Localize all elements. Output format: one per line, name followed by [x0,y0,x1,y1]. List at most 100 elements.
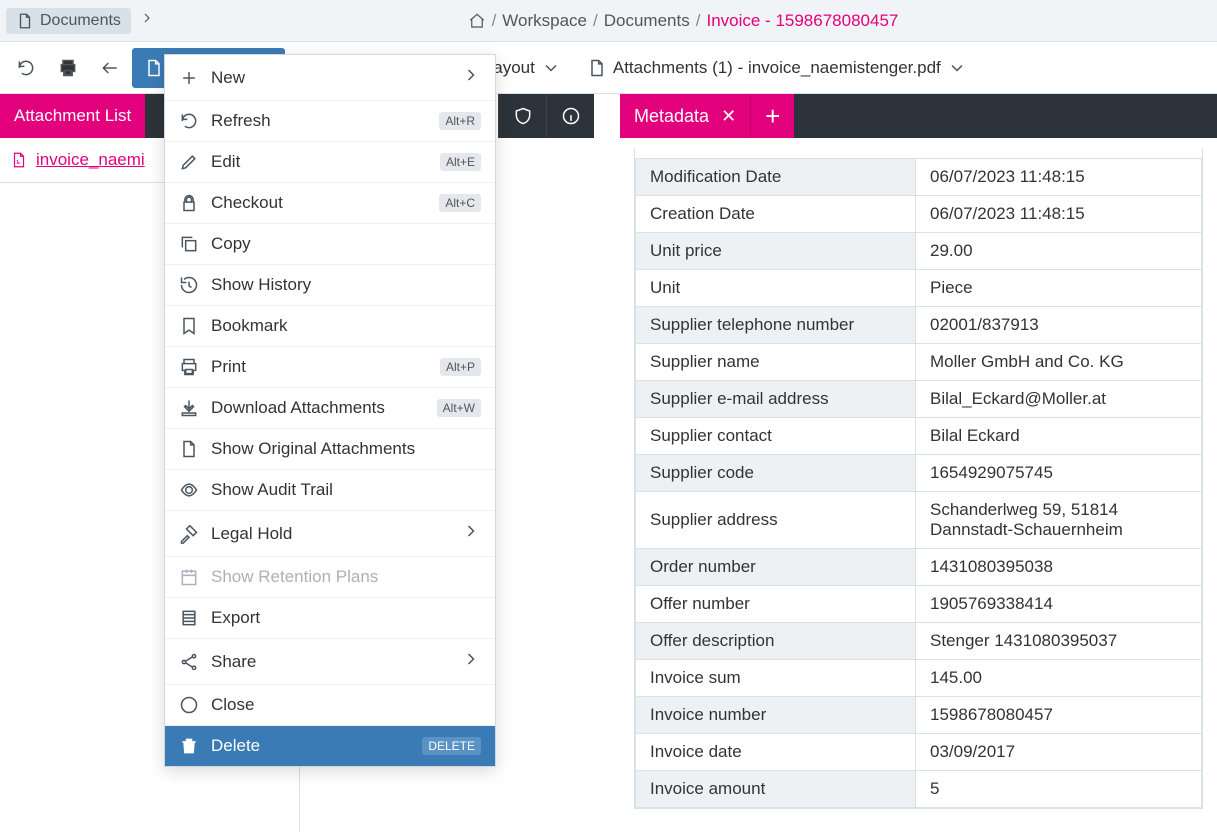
breadcrumb-current: Invoice - 1598678080457 [706,11,898,31]
menu-close[interactable]: Close [165,685,495,726]
menu-refresh[interactable]: Refresh Alt+R [165,101,495,142]
metadata-key: Invoice number [636,697,916,734]
chevron-right-icon [139,10,155,31]
chevron-right-icon [461,521,481,546]
chevron-right-icon [461,65,481,90]
table-row: Supplier nameMoller GmbH and Co. KG [636,344,1202,381]
table-row: Supplier code1654929075745 [636,455,1202,492]
menu-show-audit-trail[interactable]: Show Audit Trail [165,470,495,511]
table-row: Unit price29.00 [636,233,1202,270]
refresh-button[interactable] [6,48,46,88]
breadcrumb: / Workspace / Documents / Invoice - 1598… [155,11,1211,31]
shortcut-badge: Alt+R [439,112,481,130]
documents-dropdown[interactable]: Documents [6,8,131,34]
breadcrumb-workspace[interactable]: Workspace [502,11,587,31]
metadata-value: 5 [916,771,1202,808]
metadata-table-wrap: Modification Date06/07/2023 11:48:15Crea… [634,148,1203,809]
metadata-key: Offer description [636,623,916,660]
metadata-key: Offer number [636,586,916,623]
menu-export[interactable]: Export [165,598,495,639]
home-icon[interactable] [468,12,486,30]
info-icon[interactable] [546,94,594,138]
metadata-value: Moller GmbH and Co. KG [916,344,1202,381]
attachment-link[interactable]: invoice_naemi [36,150,145,170]
metadata-key: Modification Date [636,159,916,196]
table-row: Invoice sum145.00 [636,660,1202,697]
breadcrumb-documents[interactable]: Documents [604,11,690,31]
shortcut-badge: Alt+C [439,194,481,212]
table-row: Supplier addressSchanderlweg 59, 51814 D… [636,492,1202,549]
metadata-value: 06/07/2023 11:48:15 [916,196,1202,233]
metadata-value: 1654929075745 [916,455,1202,492]
menu-edit[interactable]: Edit Alt+E [165,142,495,183]
close-icon[interactable]: ✕ [721,106,736,127]
metadata-value: Bilal Eckard [916,418,1202,455]
attachment-panel: Attachment List invoice_naemi New Refres… [0,94,300,832]
menu-download-attachments[interactable]: Download Attachments Alt+W [165,388,495,429]
metadata-key: Invoice date [636,734,916,771]
attachments-menu-button[interactable]: Attachments (1) - invoice_naemistenger.p… [575,48,979,88]
metadata-table: Modification Date06/07/2023 11:48:15Crea… [635,158,1202,808]
main: Attachment List invoice_naemi New Refres… [0,94,1217,832]
table-row: Invoice amount5 [636,771,1202,808]
metadata-value: Stenger 1431080395037 [916,623,1202,660]
metadata-value: 1598678080457 [916,697,1202,734]
table-row: Invoice date03/09/2017 [636,734,1202,771]
menu-share[interactable]: Share [165,639,495,685]
metadata-value: 03/09/2017 [916,734,1202,771]
metadata-value: Schanderlweg 59, 51814 Dannstadt-Schauer… [916,492,1202,549]
metadata-key: Supplier contact [636,418,916,455]
back-button[interactable] [90,48,130,88]
table-row: Creation Date06/07/2023 11:48:15 [636,196,1202,233]
table-row: Invoice number1598678080457 [636,697,1202,734]
attachments-menu-label: Attachments (1) - invoice_naemistenger.p… [613,58,941,78]
add-tab-button[interactable]: + [750,94,794,138]
print-button[interactable] [48,48,88,88]
table-row: UnitPiece [636,270,1202,307]
menu-legal-hold[interactable]: Legal Hold [165,511,495,557]
metadata-key: Invoice amount [636,771,916,808]
metadata-key: Supplier name [636,344,916,381]
metadata-value: 1431080395038 [916,549,1202,586]
menu-copy[interactable]: Copy [165,224,495,265]
pdf-icon [10,151,28,169]
menu-new[interactable]: New [165,55,495,101]
metadata-value: Bilal_Eckard@Moller.at [916,381,1202,418]
metadata-key: Unit price [636,233,916,270]
metadata-value: Piece [916,270,1202,307]
preview-toolbar-fragment [498,94,594,138]
metadata-key: Supplier telephone number [636,307,916,344]
metadata-value: 145.00 [916,660,1202,697]
documents-label: Documents [40,12,121,30]
shortcut-badge: Alt+P [440,358,481,376]
table-row: Supplier contactBilal Eckard [636,418,1202,455]
shortcut-badge: DELETE [422,737,481,755]
metadata-key: Order number [636,549,916,586]
table-row: Offer number1905769338414 [636,586,1202,623]
document-dropdown-menu: New Refresh Alt+R Edit Alt+E Checkout Al… [164,54,496,767]
table-row: Order number1431080395038 [636,549,1202,586]
topbar: Documents / Workspace / Documents / Invo… [0,0,1217,42]
metadata-value: 1905769338414 [916,586,1202,623]
table-row: Supplier telephone number02001/837913 [636,307,1202,344]
menu-show-history[interactable]: Show History [165,265,495,306]
table-row: Supplier e-mail addressBilal_Eckard@Moll… [636,381,1202,418]
shield-icon[interactable] [498,94,546,138]
metadata-key: Supplier code [636,455,916,492]
table-row: Offer descriptionStenger 1431080395037 [636,623,1202,660]
attachment-list-tab[interactable]: Attachment List [0,94,145,138]
metadata-key: Supplier address [636,492,916,549]
metadata-value: 06/07/2023 11:48:15 [916,159,1202,196]
menu-delete[interactable]: Delete DELETE [165,726,495,766]
metadata-tab[interactable]: Metadata ✕ [620,94,750,138]
menu-bookmark[interactable]: Bookmark [165,306,495,347]
metadata-panel: Metadata ✕ + Modification Date06/07/2023… [620,94,1217,832]
menu-print[interactable]: Print Alt+P [165,347,495,388]
menu-show-original-attachments[interactable]: Show Original Attachments [165,429,495,470]
metadata-key: Creation Date [636,196,916,233]
table-row: Modification Date06/07/2023 11:48:15 [636,159,1202,196]
menu-checkout[interactable]: Checkout Alt+C [165,183,495,224]
metadata-key: Unit [636,270,916,307]
metadata-value: 02001/837913 [916,307,1202,344]
chevron-right-icon [461,649,481,674]
